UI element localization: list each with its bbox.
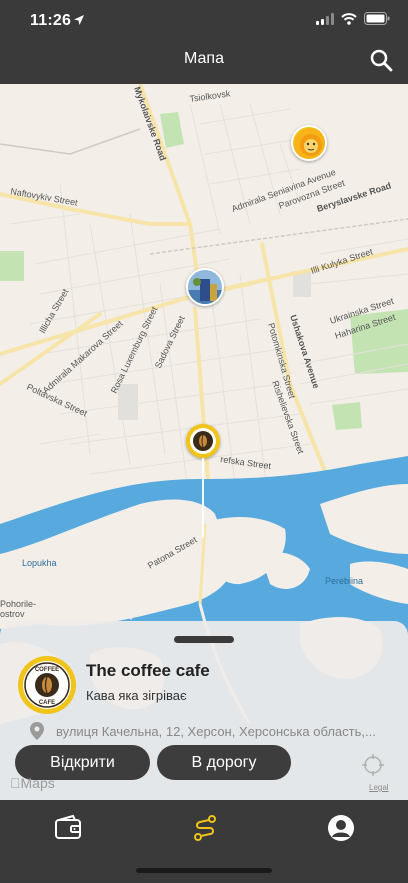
route-icon[interactable] — [190, 813, 220, 843]
sheet-grabber[interactable] — [174, 636, 234, 643]
search-icon[interactable] — [368, 47, 394, 73]
cafe-logo: COFFEE CAFE — [18, 656, 76, 714]
logo-text-bottom: CAFE — [39, 700, 55, 706]
coffee-cafe-marker[interactable] — [186, 424, 220, 458]
status-bar: 11:26 — [0, 0, 408, 44]
legal-link[interactable]: Legal — [369, 783, 389, 792]
route-button[interactable]: В дорогу — [157, 745, 291, 780]
page-title: Мапа — [184, 50, 224, 67]
home-indicator — [136, 868, 272, 873]
navigation-bar: Мапа — [0, 44, 408, 84]
locate-me-icon[interactable] — [361, 753, 385, 777]
coffee-marker-stem — [202, 458, 204, 538]
status-time: 11:26 — [30, 12, 72, 29]
wallet-icon[interactable] — [53, 813, 83, 843]
map-label: Pohorile- — [0, 599, 36, 609]
lion-place-marker[interactable] — [291, 125, 327, 161]
battery-icon — [364, 12, 390, 25]
map-label: Perebiina — [325, 576, 363, 586]
wifi-icon — [341, 12, 357, 25]
map-label: Tsiolkovsk — [189, 88, 231, 104]
apple-icon:  — [10, 775, 21, 791]
logo-text-top: COFFEE — [35, 667, 59, 673]
map-label: Sadova Street — [153, 314, 187, 370]
cafe-name: The coffee cafe — [86, 661, 210, 680]
coffee-logo-icon — [186, 424, 220, 458]
map-label: Ushakova Avenue — [288, 314, 321, 390]
maps-attribution: Maps — [10, 775, 55, 791]
location-arrow-icon — [74, 15, 84, 25]
cafe-address: вулиця Качельна, 12, Херсон, Херсонська … — [56, 724, 376, 739]
cafe-description: Кава яка зігріває — [86, 688, 187, 703]
location-pin-icon — [30, 722, 44, 740]
map-label: ostrov — [0, 609, 25, 619]
map-label: refska Street — [220, 454, 272, 471]
signal-icon — [316, 12, 334, 25]
map-label: Lopukha — [22, 558, 57, 568]
photo-place-marker[interactable] — [186, 268, 224, 306]
map-label: Poltavska Street — [25, 382, 89, 419]
profile-icon[interactable] — [326, 813, 356, 843]
place-detail-sheet[interactable]: COFFEE CAFE The coffee cafe Кава яка зіг… — [0, 621, 408, 801]
